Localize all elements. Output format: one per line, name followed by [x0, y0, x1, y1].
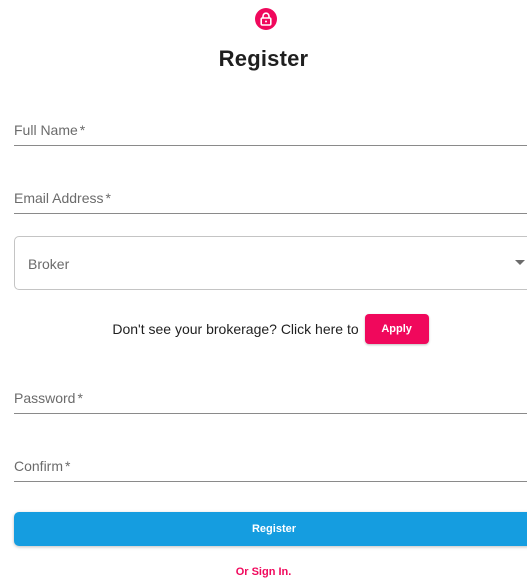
lock-icon [260, 12, 272, 26]
email-field[interactable]: Email Address * [14, 184, 527, 214]
chevron-down-icon [515, 260, 525, 265]
broker-label: Broker [28, 256, 70, 272]
apply-row: Don't see your brokerage? Click here to … [0, 314, 527, 344]
full-name-field[interactable]: Full Name * [14, 116, 527, 146]
password-field[interactable]: Password * [14, 384, 527, 414]
confirm-field[interactable]: Confirm * [14, 452, 527, 482]
lock-avatar [255, 8, 277, 30]
email-label: Email Address * [14, 190, 111, 206]
confirm-label: Confirm * [14, 458, 71, 474]
apply-button[interactable]: Apply [364, 314, 429, 344]
broker-select[interactable]: Broker [14, 236, 527, 290]
sign-in-link[interactable]: Or Sign In. [0, 566, 527, 578]
page-title: Register [218, 46, 309, 71]
register-page: Register Full Name * Email Address * Broke… [0, 0, 527, 579]
apply-prompt: Don't see your brokerage? Click here to [112, 321, 359, 337]
register-button[interactable]: Register [14, 512, 527, 546]
password-label: Password * [14, 390, 83, 406]
full-name-label: Full Name * [14, 122, 86, 138]
